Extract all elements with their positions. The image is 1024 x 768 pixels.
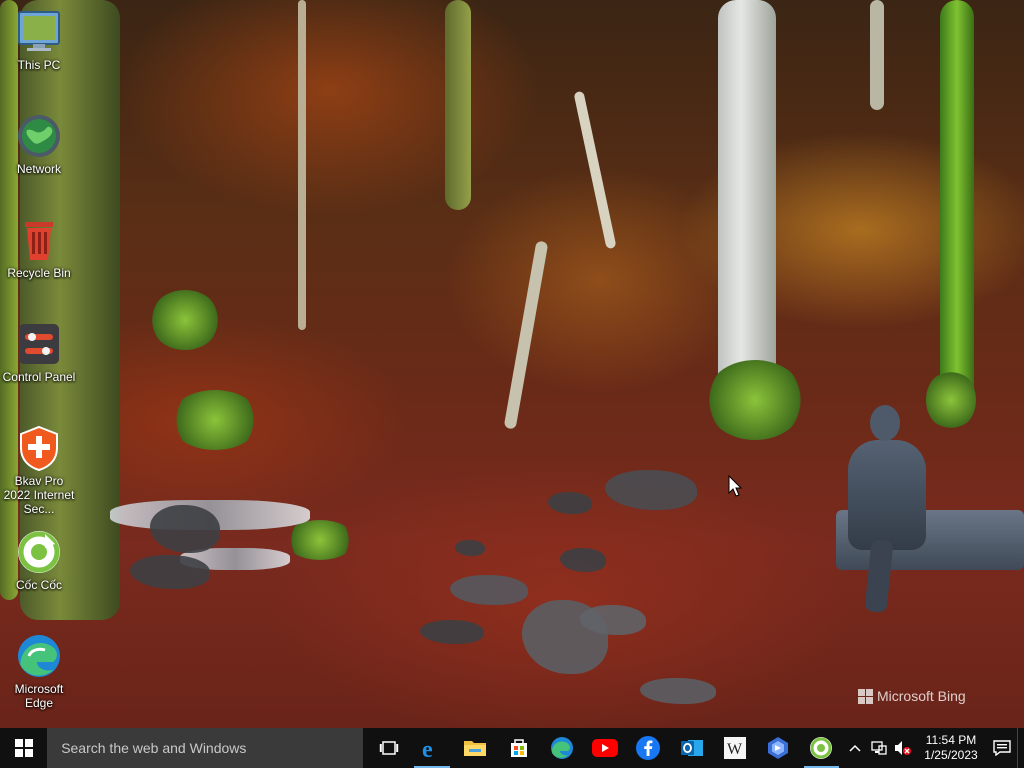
taskbar-outlook[interactable] bbox=[670, 728, 713, 768]
search-input[interactable] bbox=[59, 739, 364, 757]
taskbar-facebook[interactable] bbox=[627, 728, 670, 768]
desktop-icon-edge[interactable]: Microsoft Edge bbox=[1, 632, 77, 710]
desktop-icon-coccoc[interactable]: Cốc Cốc bbox=[1, 528, 77, 592]
statue-head bbox=[870, 405, 900, 441]
desktop-icon-network[interactable]: Network bbox=[1, 112, 77, 176]
rock bbox=[150, 505, 220, 553]
coccoc-icon bbox=[810, 737, 833, 759]
taskbar-internet-explorer[interactable]: e bbox=[410, 728, 453, 768]
youtube-icon bbox=[592, 739, 619, 757]
taskbar: e W 11:54 PM 1/25/2023 bbox=[0, 728, 1024, 768]
taskbar-clock[interactable]: 11:54 PM 1/25/2023 bbox=[915, 733, 987, 763]
task-view-icon bbox=[379, 741, 399, 755]
desktop-icon-recycle-bin[interactable]: Recycle Bin bbox=[1, 216, 77, 280]
moss-patch bbox=[150, 290, 220, 350]
taskbar-store[interactable] bbox=[497, 728, 540, 768]
rock bbox=[640, 678, 716, 704]
ie-icon: e bbox=[422, 737, 433, 760]
network-status-button[interactable] bbox=[867, 728, 891, 768]
desktop-icon-this-pc[interactable]: This PC bbox=[1, 8, 77, 72]
network-icon bbox=[15, 112, 63, 160]
power-automate-icon bbox=[768, 737, 789, 759]
microsoft-logo-icon bbox=[858, 688, 873, 704]
svg-text:W: W bbox=[727, 741, 743, 758]
desktop-icon-label: Bkav Pro 2022 Internet Sec... bbox=[3, 474, 75, 516]
rock bbox=[130, 555, 210, 589]
tree-trunk bbox=[20, 0, 120, 620]
desktop-icon-control-panel[interactable]: Control Panel bbox=[1, 320, 77, 384]
moss-patch bbox=[705, 360, 805, 440]
statue-body bbox=[848, 440, 926, 550]
rock bbox=[548, 492, 592, 514]
rock bbox=[560, 548, 606, 572]
notification-icon bbox=[993, 740, 1011, 756]
taskbar-wikipedia[interactable]: W bbox=[713, 728, 756, 768]
taskbar-task-view[interactable] bbox=[367, 728, 410, 768]
this-pc-icon bbox=[15, 8, 63, 56]
tree-trunk bbox=[445, 0, 471, 210]
system-tray: 11:54 PM 1/25/2023 bbox=[843, 728, 1024, 768]
tree-trunk bbox=[298, 0, 306, 330]
chevron-up-icon bbox=[849, 744, 861, 752]
rock bbox=[420, 620, 484, 644]
network-wired-icon bbox=[871, 741, 887, 755]
bing-watermark: Microsoft Bing bbox=[858, 688, 966, 704]
desktop-icon-label: This PC bbox=[17, 58, 61, 72]
clock-time: 11:54 PM bbox=[925, 733, 977, 747]
desktop-icon-label: Network bbox=[16, 162, 61, 176]
control-panel-icon bbox=[15, 320, 63, 368]
mouse-cursor-icon bbox=[728, 475, 742, 497]
moss-patch bbox=[170, 390, 260, 450]
tree-trunk bbox=[573, 90, 617, 250]
clock-date: 1/25/2023 bbox=[924, 748, 978, 762]
moss-patch bbox=[926, 370, 976, 430]
action-center-button[interactable] bbox=[987, 728, 1017, 768]
rock bbox=[450, 575, 528, 605]
tree-trunk bbox=[503, 240, 549, 430]
taskbar-youtube[interactable] bbox=[583, 728, 626, 768]
rock bbox=[455, 540, 485, 556]
taskbar-file-explorer[interactable] bbox=[454, 728, 497, 768]
store-icon bbox=[510, 739, 527, 757]
show-desktop-button[interactable] bbox=[1017, 728, 1024, 768]
edge-icon bbox=[550, 737, 573, 759]
tree-trunk bbox=[940, 0, 974, 420]
desktop-icon-label: Recycle Bin bbox=[7, 266, 71, 280]
show-hidden-icons-button[interactable] bbox=[843, 728, 867, 768]
desktop-icon-label: Microsoft Edge bbox=[14, 682, 64, 710]
moss-patch bbox=[285, 520, 355, 560]
wikipedia-icon: W bbox=[723, 737, 746, 759]
edge-icon bbox=[15, 632, 63, 680]
taskbar-edge[interactable] bbox=[540, 728, 583, 768]
bing-watermark-text: Microsoft Bing bbox=[877, 688, 966, 704]
desktop-icon-label: Control Panel bbox=[2, 370, 76, 384]
outlook-icon bbox=[680, 740, 703, 756]
volume-muted-icon bbox=[895, 741, 911, 755]
taskbar-coccoc[interactable] bbox=[800, 728, 843, 768]
bkav-icon bbox=[15, 424, 63, 472]
desktop-wallpaper: Microsoft Bing bbox=[0, 0, 1024, 728]
volume-button[interactable] bbox=[891, 728, 915, 768]
file-explorer-icon bbox=[464, 741, 487, 756]
rock bbox=[605, 470, 697, 510]
desktop-icon-bkav[interactable]: Bkav Pro 2022 Internet Sec... bbox=[1, 424, 77, 516]
taskbar-search-box[interactable] bbox=[47, 728, 364, 768]
coccoc-icon bbox=[15, 528, 63, 576]
facebook-icon bbox=[636, 736, 661, 760]
tree-trunk bbox=[870, 0, 884, 110]
start-button[interactable] bbox=[0, 728, 47, 768]
recycle-bin-icon bbox=[15, 216, 63, 264]
windows-logo-icon bbox=[14, 739, 33, 757]
svg-text:e: e bbox=[422, 737, 433, 760]
desktop-icon-label: Cốc Cốc bbox=[15, 578, 62, 592]
taskbar-power-automate[interactable] bbox=[756, 728, 799, 768]
